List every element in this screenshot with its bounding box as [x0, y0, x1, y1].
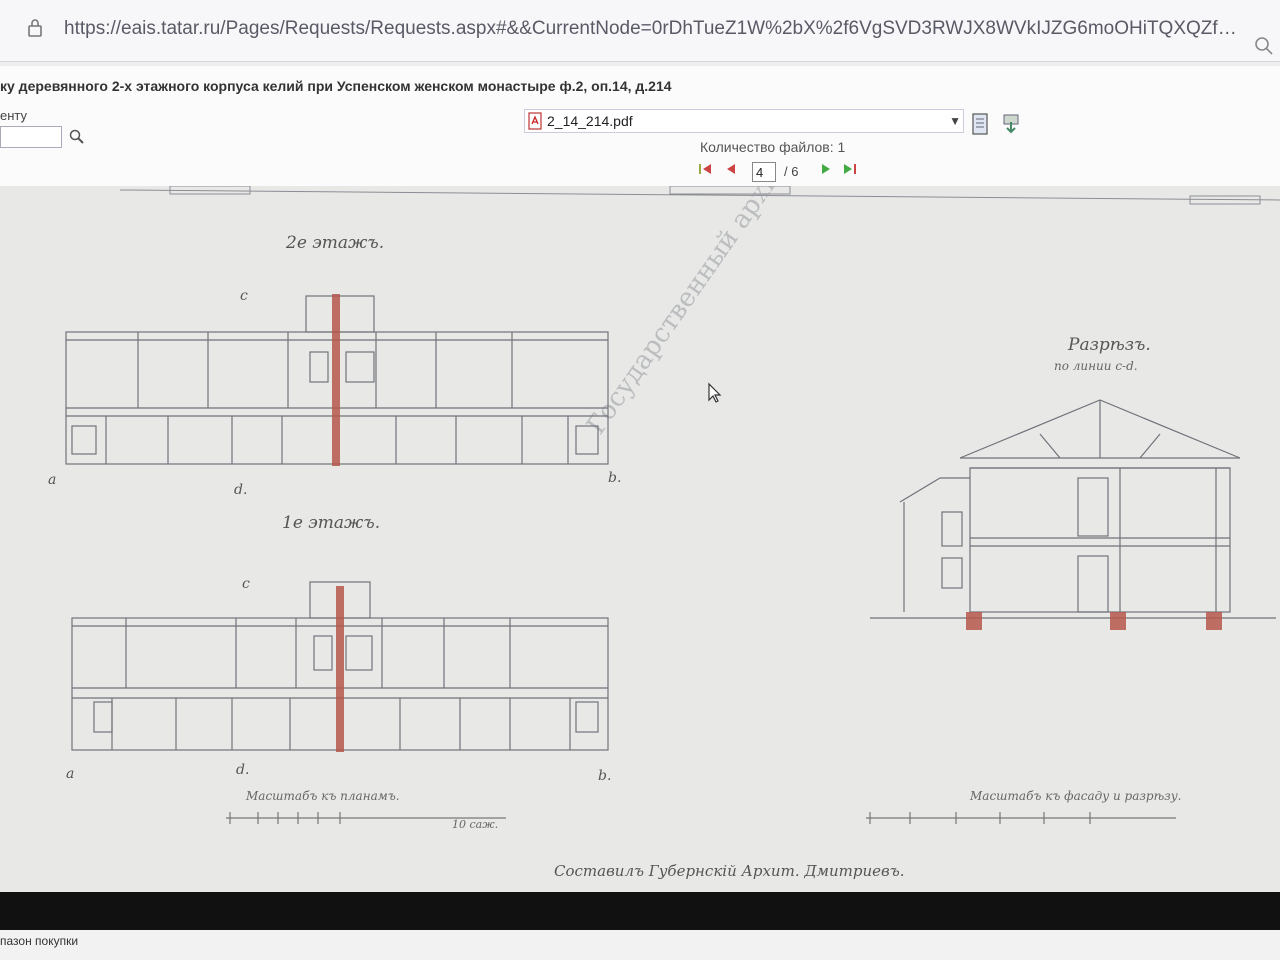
- prev-page-icon[interactable]: [722, 160, 742, 178]
- search-icon[interactable]: [68, 128, 86, 146]
- signature: Составилъ Губернскій Архит. Дмитриевъ.: [554, 862, 905, 880]
- pdf-icon: [528, 112, 542, 130]
- file-name: 2_14_214.pdf: [547, 113, 633, 129]
- screen-bezel: [0, 892, 1280, 930]
- page-total: / 6: [784, 164, 799, 179]
- section-drawing: [870, 399, 1276, 619]
- floor2-label-a: a: [48, 472, 56, 488]
- chevron-down-icon: ▼: [949, 114, 961, 128]
- more-options-icon[interactable]: [1252, 34, 1276, 58]
- document-title: ку деревянного 2-х этажного корпуса кели…: [0, 78, 672, 94]
- download-icon[interactable]: [1000, 112, 1022, 136]
- floor2-label-d: d.: [234, 482, 247, 498]
- floor1-label-c: c: [242, 576, 250, 592]
- floor2-label-b: b.: [608, 470, 621, 486]
- drawing-canvas: Государственный архив 2е этажъ. c a d. b…: [48, 186, 1280, 880]
- last-page-icon[interactable]: [840, 160, 860, 178]
- files-count: Количество файлов: 1: [700, 139, 846, 155]
- url-field[interactable]: https://eais.tatar.ru/Pages/Requests/Req…: [64, 18, 1244, 40]
- section-subtitle: по линии c-d.: [1054, 359, 1138, 373]
- pdf-viewer[interactable]: Государственный архив 2е этажъ. c a d. b…: [0, 186, 1280, 892]
- section-foundation: [966, 612, 1222, 630]
- floor1-label-b: b.: [598, 768, 611, 784]
- view-document-icon[interactable]: [970, 112, 990, 136]
- floor2-title: 2е этажъ.: [285, 233, 384, 253]
- watermark: Государственный архив: [581, 186, 795, 440]
- search-input[interactable]: [0, 126, 62, 148]
- floor1-title: 1е этажъ.: [282, 513, 380, 533]
- lock-icon[interactable]: [24, 17, 46, 39]
- scale-section-label: Масштабъ къ фасаду и разрѣзу.: [969, 789, 1182, 803]
- floor2-red-wall: [332, 294, 340, 466]
- next-page-icon[interactable]: [816, 160, 836, 178]
- file-select[interactable]: 2_14_214.pdf ▼: [524, 109, 964, 133]
- section-title: Разрѣзъ.: [1067, 335, 1151, 355]
- page-number-input[interactable]: [752, 162, 776, 182]
- floor1-label-a: a: [66, 766, 74, 782]
- footer-strip: [0, 930, 1280, 960]
- floor1-red-wall: [336, 586, 344, 752]
- mouse-cursor-icon: [708, 382, 722, 403]
- floor2-label-c: c: [240, 288, 248, 304]
- search-label: енту: [0, 108, 28, 123]
- first-page-icon[interactable]: [696, 160, 716, 178]
- floor1-label-d: d.: [236, 762, 249, 778]
- scale-plan-unit: 10 саж.: [452, 818, 498, 831]
- address-bar: https://eais.tatar.ru/Pages/Requests/Req…: [0, 0, 1280, 62]
- scale-section-bar: [866, 812, 1176, 824]
- scale-plan-label: Масштабъ къ планамъ.: [245, 789, 400, 803]
- footer-text: пазон покупки: [0, 934, 79, 948]
